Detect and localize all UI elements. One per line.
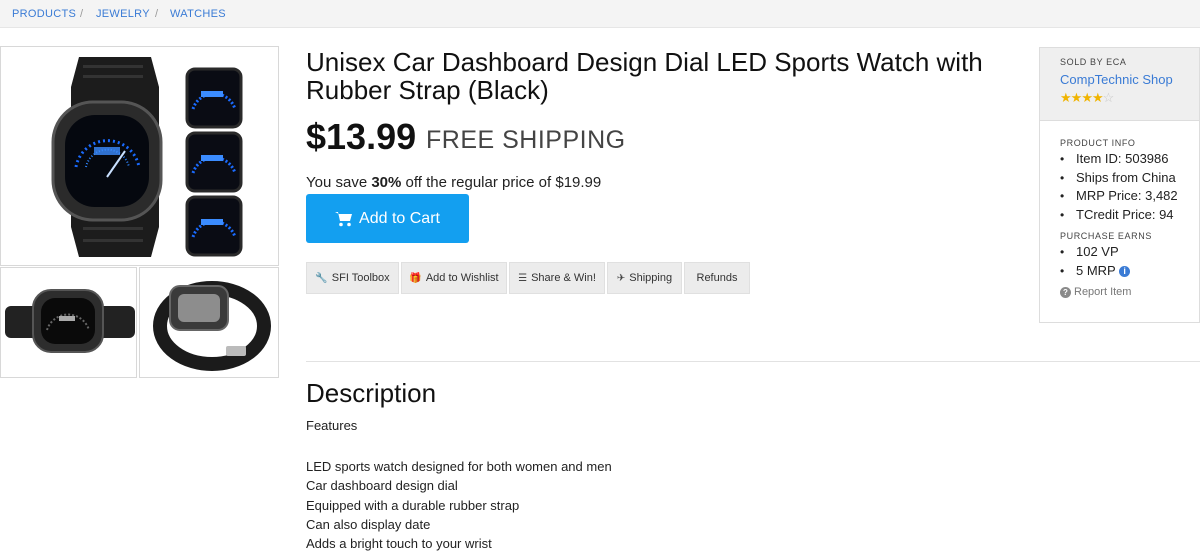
shipping-label: FREE SHIPPING xyxy=(426,126,626,154)
feature-item: Equipped with a durable rubber strap xyxy=(306,497,520,513)
breadcrumb-separator: / xyxy=(155,8,159,20)
report-item-label: Report Item xyxy=(1074,286,1132,298)
wrench-icon: 🔧 xyxy=(315,272,328,284)
plane-icon: ✈ xyxy=(616,272,626,284)
savings-percent: 30% xyxy=(371,174,402,191)
earns-mrp: 5 MRP xyxy=(1076,262,1116,278)
star-icon: ★ xyxy=(1091,90,1104,105)
product-price: $13.99 xyxy=(306,116,417,157)
product-info-item: MRP Price: 3,482 xyxy=(1060,187,1199,206)
seller-header: SOLD BY ECA CompTechnic Shop ★★★★☆ xyxy=(1040,48,1199,120)
action-label: Add to Wishlist xyxy=(425,272,499,284)
product-info-item: Ships from China xyxy=(1060,169,1199,188)
product-info-item: Item ID: 503986 xyxy=(1060,150,1199,169)
sold-by-label: SOLD BY ECA xyxy=(1060,57,1127,67)
savings-text: You save 30% off the regular price of $1… xyxy=(306,174,601,191)
sfi-toolbox-button[interactable]: 🔧 SFI Toolbox xyxy=(306,262,399,294)
add-to-cart-label: Add to Cart xyxy=(359,209,440,227)
star-empty-icon: ☆ xyxy=(1102,90,1115,105)
question-icon: ? xyxy=(1060,286,1071,298)
feature-item: Car dashboard design dial xyxy=(306,478,458,494)
product-thumbnail-1[interactable] xyxy=(0,267,137,378)
star-icon: ★ xyxy=(1060,90,1072,105)
shipping-button[interactable]: ✈ Shipping xyxy=(607,262,682,294)
share-icon: ☰ xyxy=(518,272,528,284)
seller-panel: SOLD BY ECA CompTechnic Shop ★★★★☆ PRODU… xyxy=(1039,47,1200,323)
shop-link[interactable]: CompTechnic Shop xyxy=(1060,72,1199,87)
action-label: Share & Win! xyxy=(531,272,596,284)
cart-icon xyxy=(335,211,353,226)
savings-suffix: off the regular price of $19.99 xyxy=(401,174,602,191)
action-bar: 🔧 SFI Toolbox 🎁 Add to Wishlist ☰ Share … xyxy=(306,262,750,294)
add-to-wishlist-button[interactable]: 🎁 Add to Wishlist xyxy=(401,262,507,294)
action-label: Refunds xyxy=(696,272,738,284)
product-thumbnail-2[interactable] xyxy=(139,267,279,378)
info-icon[interactable]: i xyxy=(1119,265,1131,277)
refunds-button[interactable]: Refunds xyxy=(684,262,750,294)
feature-item: Adds a bright touch to your wrist xyxy=(306,536,492,552)
breadcrumb-watches[interactable]: WATCHES xyxy=(170,8,226,20)
features-label: Features xyxy=(306,418,358,433)
purchase-earns-heading: PURCHASE EARNS xyxy=(1060,231,1152,241)
earns-vp: 102 VP xyxy=(1060,243,1199,262)
purchase-earns-list: 102 VP 5 MRP i xyxy=(1040,243,1199,280)
breadcrumb-products[interactable]: PRODUCTS xyxy=(12,8,76,20)
description-heading: Description xyxy=(306,378,437,408)
product-info-list: Item ID: 503986 Ships from China MRP Pri… xyxy=(1040,150,1199,224)
product-info-heading: PRODUCT INFO xyxy=(1060,138,1136,148)
breadcrumb: PRODUCTS / JEWELRY / WATCHES xyxy=(0,0,1200,28)
action-label: Shipping xyxy=(629,272,673,284)
savings-prefix: You save xyxy=(306,174,372,191)
feature-item: LED sports watch designed for both women… xyxy=(306,459,612,474)
product-info-item: TCredit Price: 94 xyxy=(1060,206,1199,225)
seller-rating: ★★★★☆ xyxy=(1060,90,1199,106)
breadcrumb-jewelry[interactable]: JEWELRY xyxy=(96,8,150,20)
product-title: Unisex Car Dashboard Design Dial LED Spo… xyxy=(306,47,983,105)
feature-item: Can also display date xyxy=(306,516,431,532)
add-to-cart-button[interactable]: Add to Cart xyxy=(306,194,469,243)
gift-icon: 🎁 xyxy=(409,272,422,284)
star-icon: ★ xyxy=(1081,90,1093,105)
earns-mrp-item: 5 MRP i xyxy=(1060,262,1199,281)
report-item-link[interactable]: ? Report Item xyxy=(1040,286,1199,298)
main-product-image[interactable] xyxy=(0,46,279,266)
features-list: LED sports watch designed for both women… xyxy=(306,457,612,553)
action-label: SFI Toolbox xyxy=(331,272,390,284)
section-divider xyxy=(306,361,1200,362)
star-icon: ★ xyxy=(1070,90,1083,105)
share-and-win-button[interactable]: ☰ Share & Win! xyxy=(509,262,605,294)
breadcrumb-separator: / xyxy=(80,8,84,20)
